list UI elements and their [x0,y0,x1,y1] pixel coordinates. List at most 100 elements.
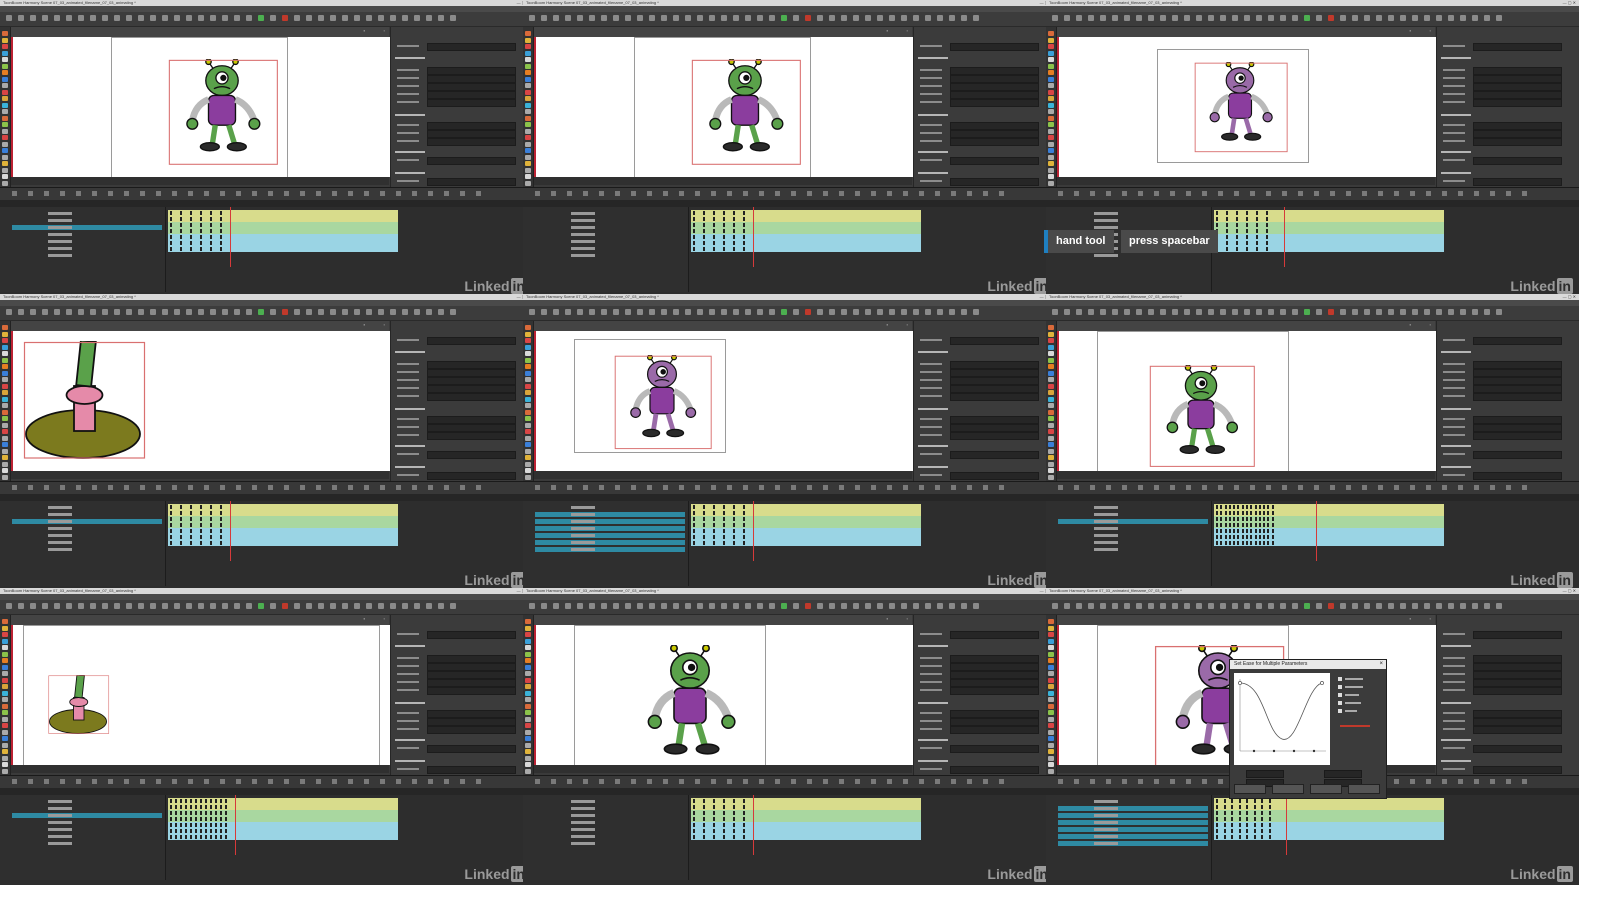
toolbar-tool-icon[interactable] [601,309,607,315]
timeline-tool-icon[interactable] [1522,485,1527,490]
drawing-tool-icon[interactable] [525,723,531,728]
timeline-tool-icon[interactable] [1410,779,1415,784]
tab-camera[interactable]: ▪ [1410,616,1411,621]
keyframe[interactable] [693,223,695,227]
timeline-layer[interactable] [12,827,162,832]
toolbar-tool-icon[interactable] [649,15,655,21]
toolbar-tool-icon[interactable] [949,309,955,315]
toolbar-tool-icon[interactable] [246,15,252,21]
timeline-tool-icon[interactable] [332,485,337,490]
property-field[interactable] [427,451,516,459]
property-field[interactable] [950,663,1039,671]
toolbar-tool-icon[interactable] [913,309,919,315]
toolbar-tool-icon[interactable] [1388,603,1394,609]
timeline-tool-icon[interactable] [951,485,956,490]
toolbar-tool-icon[interactable] [1076,309,1082,315]
keyframe[interactable] [1233,529,1236,533]
toolbar-tool-icon[interactable] [625,603,631,609]
keyframe[interactable] [1237,529,1240,533]
toolbar-tool-icon[interactable] [1064,309,1070,315]
drawing-tool-icon[interactable] [1048,435,1054,441]
keyframe[interactable] [1216,511,1218,515]
drawing-tool-icon[interactable] [2,174,8,179]
keyframe[interactable] [1216,529,1218,533]
timeline-tool-icon[interactable] [615,485,620,490]
toolbar-tool-icon[interactable] [1424,15,1430,21]
property-field[interactable] [950,43,1039,51]
keyframe[interactable] [1246,799,1248,803]
timeline-layer[interactable] [12,246,162,251]
keyframe[interactable] [703,247,705,251]
keyframe[interactable] [205,823,207,827]
property-section-header[interactable] [1441,172,1471,174]
property-field[interactable] [427,631,516,639]
property-field[interactable] [427,385,516,393]
drawing-tool-icon[interactable] [1048,697,1054,702]
timeline-tool-icon[interactable] [108,485,113,490]
keyframe[interactable] [723,799,725,803]
keyframe[interactable] [1216,223,1218,227]
toolbar-tool-icon[interactable] [721,15,727,21]
timeline-tool-icon[interactable] [823,191,828,196]
camera-view[interactable] [11,625,391,767]
keyframe[interactable] [210,829,212,833]
keyframe[interactable] [180,505,182,509]
drawing-tool-icon[interactable] [525,658,531,663]
toolbar-tool-icon[interactable] [1448,15,1454,21]
timeline-tool-icon[interactable] [967,779,972,784]
toolbar-tool-icon[interactable] [553,309,559,315]
toolbar-tool-icon[interactable] [733,603,739,609]
keyframe[interactable] [170,517,172,521]
character-drawing[interactable] [168,59,279,167]
toolbar-tool-icon[interactable] [1232,15,1238,21]
toolbar-tool-icon[interactable] [102,15,108,21]
toolbar-tool-icon[interactable] [366,603,372,609]
keyframe[interactable] [1261,823,1263,827]
timeline-layer[interactable] [535,526,685,531]
toolbar-tool-icon[interactable] [1304,603,1310,609]
timeline-tool-icon[interactable] [599,779,604,784]
toolbar-tool-icon[interactable] [234,309,240,315]
timeline-tool-icon[interactable] [1090,191,1095,196]
camera-view[interactable] [1057,37,1437,177]
timeline-tool-icon[interactable] [631,485,636,490]
toolbar-tool-icon[interactable] [414,309,420,315]
property-field[interactable] [427,377,516,385]
property-section-header[interactable] [1441,57,1471,59]
drawing-tool-icon[interactable] [2,57,8,62]
toolbar-tool-icon[interactable] [889,15,895,21]
keyframe[interactable] [723,523,725,527]
drawing-tool-icon[interactable] [2,50,8,56]
tab-camera[interactable]: ▪ [364,616,365,621]
keyframe[interactable] [733,529,735,533]
toolbar-tool-icon[interactable] [673,15,679,21]
timeline-tool-icon[interactable] [1378,191,1383,196]
toolbar-tool-icon[interactable] [450,603,456,609]
keyframe[interactable] [210,835,212,839]
toolbar-tool-icon[interactable] [925,15,931,21]
timeline-tool-icon[interactable] [1426,779,1431,784]
timeline-tool-icon[interactable] [284,485,289,490]
keyframe[interactable] [1241,517,1244,521]
keyframe[interactable] [713,805,715,809]
timeline-tool-icon[interactable] [1058,191,1063,196]
property-field[interactable] [1473,122,1562,130]
timeline-tool-icon[interactable] [316,779,321,784]
keyframe[interactable] [1233,535,1236,539]
property-field[interactable] [427,679,516,687]
toolbar-tool-icon[interactable] [1400,603,1406,609]
toolbar-tool-icon[interactable] [54,309,60,315]
property-section-header[interactable] [918,466,948,468]
keyframe[interactable] [185,811,187,815]
property-field[interactable] [950,369,1039,377]
property-field[interactable] [427,91,516,99]
keyframe[interactable] [1258,517,1261,521]
timeline-tool-icon[interactable] [935,779,940,784]
toolbar-tool-icon[interactable] [685,603,691,609]
timeline-tool-icon[interactable] [935,485,940,490]
toolbar-tool-icon[interactable] [222,603,228,609]
keyframe[interactable] [170,529,172,533]
drawing-tool-icon[interactable] [2,344,8,350]
keyframe[interactable] [703,823,705,827]
keyframe[interactable] [743,835,745,839]
